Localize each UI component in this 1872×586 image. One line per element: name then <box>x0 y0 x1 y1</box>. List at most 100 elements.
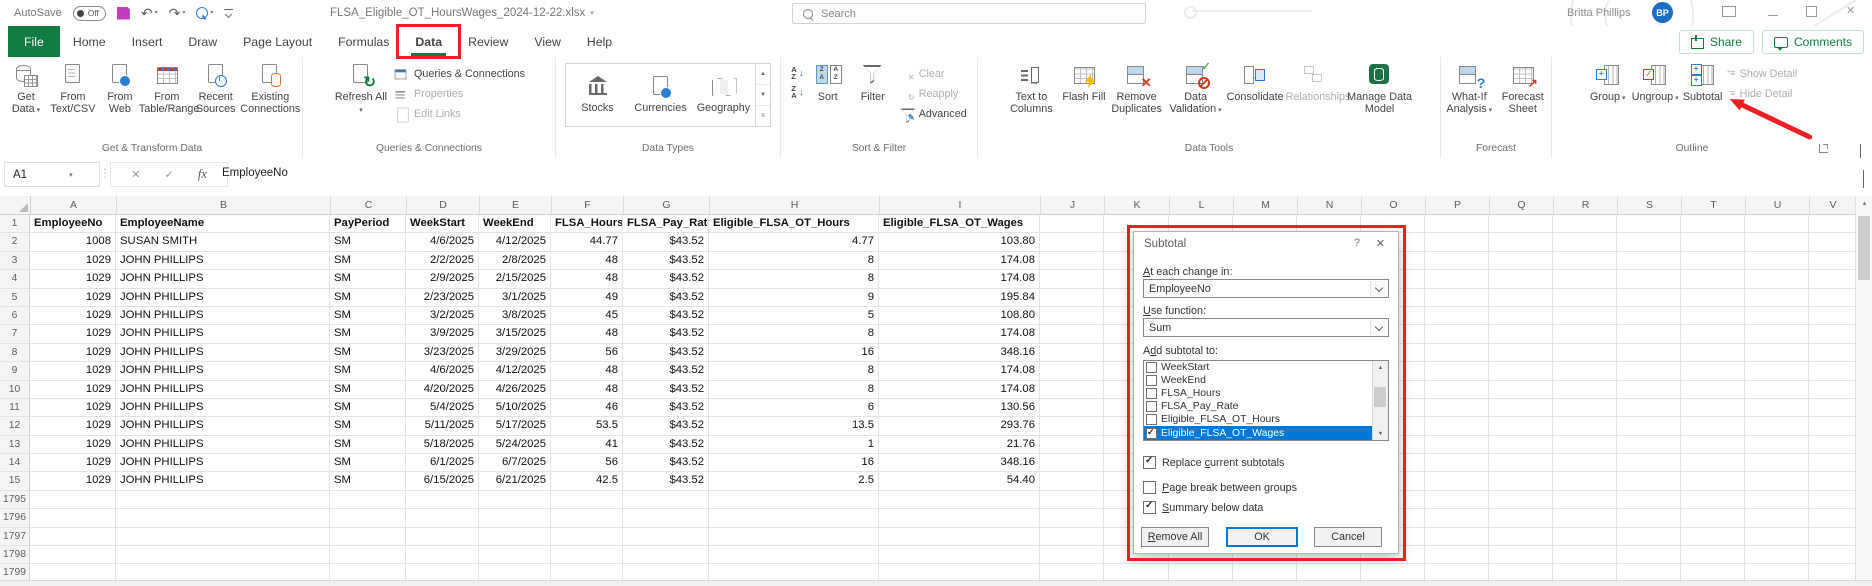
cell-T7[interactable] <box>1681 325 1745 344</box>
add-subtotal-listbox[interactable]: ▲ ▼ WeekStart WeekEnd FLSA_Hours FLSA_Pay_R… <box>1143 360 1389 441</box>
cell-R2[interactable] <box>1553 233 1617 252</box>
subtotal-list-item-Eligible_FLSA_OT_Hours[interactable]: Eligible_FLSA_OT_Hours <box>1144 413 1375 426</box>
cell-Q11[interactable] <box>1489 398 1553 418</box>
cell-R10[interactable] <box>1553 380 1617 399</box>
cell-T6[interactable] <box>1681 306 1745 326</box>
cell-C13[interactable]: SM <box>330 435 406 455</box>
cell-V14[interactable] <box>1809 454 1855 473</box>
cell-P4[interactable] <box>1425 270 1489 289</box>
cell-G14[interactable]: $43.52 <box>623 454 709 473</box>
cell-P7[interactable] <box>1425 325 1489 344</box>
cancel-button[interactable]: Cancel <box>1314 527 1382 547</box>
cell-H12[interactable]: 13.5 <box>709 417 879 436</box>
cell-B8[interactable]: JOHN PHILLIPS <box>116 343 330 363</box>
cell-R1798[interactable] <box>1553 546 1617 565</box>
ribbon-button-geography[interactable]: Geography <box>692 64 755 126</box>
cell-J1797[interactable] <box>1040 527 1104 547</box>
cell-C9[interactable]: SM <box>330 362 406 381</box>
cell-S7[interactable] <box>1617 325 1681 344</box>
cell-J13[interactable] <box>1040 435 1104 455</box>
cell-H1798[interactable] <box>709 546 879 565</box>
collapse-ribbon-button[interactable] <box>1860 144 1868 162</box>
cell-F5[interactable]: 49 <box>551 288 623 307</box>
dialog-help-button[interactable]: ? <box>1354 237 1360 249</box>
row-header-3[interactable]: 3 <box>0 251 30 271</box>
cell-U14[interactable] <box>1745 454 1809 473</box>
checkbox-icon[interactable] <box>1146 401 1157 413</box>
ribbon-button-remove-duplicates[interactable]: ✕ Remove Duplicates <box>1109 57 1165 115</box>
cell-Q3[interactable] <box>1489 251 1553 271</box>
tab-data[interactable]: Data <box>402 26 455 57</box>
cell-F4[interactable]: 48 <box>551 270 623 289</box>
cell-H2[interactable]: 4.77 <box>709 233 879 252</box>
close-button[interactable]: ✕ <box>1846 6 1855 17</box>
cell-B1[interactable]: EmployeeName <box>116 215 330 234</box>
cell-E5[interactable]: 3/1/2025 <box>479 288 551 307</box>
cell-E8[interactable]: 3/29/2025 <box>479 343 551 363</box>
scrollbar-thumb[interactable] <box>1374 387 1386 407</box>
cell-Q10[interactable] <box>1489 380 1553 399</box>
replace-current-subtotals-checkbox[interactable]: Replace current subtotals <box>1143 455 1284 469</box>
cell-F14[interactable]: 56 <box>551 454 623 473</box>
cell-C4[interactable]: SM <box>330 270 406 289</box>
cell-C1[interactable]: PayPeriod <box>330 215 406 234</box>
cell-J5[interactable] <box>1040 288 1104 307</box>
ribbon-button-data-validation[interactable]: ✓ Data Validation <box>1168 57 1224 115</box>
cell-U1796[interactable] <box>1745 509 1809 528</box>
ribbon-button-get-data[interactable]: Get Data <box>5 57 47 115</box>
cell-R11[interactable] <box>1553 398 1617 418</box>
cell-R7[interactable] <box>1553 325 1617 344</box>
cell-T5[interactable] <box>1681 288 1745 307</box>
cell-V3[interactable] <box>1809 252 1855 271</box>
cell-D1[interactable]: WeekStart <box>406 215 479 234</box>
cell-V6[interactable] <box>1809 307 1855 326</box>
cell-B13[interactable]: JOHN PHILLIPS <box>116 435 330 455</box>
col-header-N[interactable]: N <box>1298 196 1362 214</box>
cell-D12[interactable]: 5/11/2025 <box>406 417 479 436</box>
cell-Q1797[interactable] <box>1489 527 1553 547</box>
cell-P10[interactable] <box>1425 380 1489 399</box>
cell-E1797[interactable] <box>479 527 551 547</box>
cell-S5[interactable] <box>1617 288 1681 307</box>
cell-G1798[interactable] <box>623 546 709 565</box>
cell-E13[interactable]: 5/24/2025 <box>479 435 551 455</box>
cell-R15[interactable] <box>1553 472 1617 491</box>
row-header-8[interactable]: 8 <box>0 343 30 363</box>
cell-I12[interactable]: 293.76 <box>879 417 1040 436</box>
cell-E4[interactable]: 2/15/2025 <box>479 270 551 289</box>
cell-R1797[interactable] <box>1553 527 1617 547</box>
cell-H5[interactable]: 9 <box>709 288 879 307</box>
cell-U3[interactable] <box>1745 251 1809 271</box>
cell-D9[interactable]: 4/6/2025 <box>406 362 479 381</box>
cell-J11[interactable] <box>1040 398 1104 418</box>
cell-J4[interactable] <box>1040 270 1104 289</box>
cell-I3[interactable]: 174.08 <box>879 251 1040 271</box>
row-header-1[interactable]: 1 <box>0 215 30 234</box>
subtotal-list-item-FLSA_Pay_Rate[interactable]: FLSA_Pay_Rate <box>1144 400 1375 413</box>
cell-T2[interactable] <box>1681 233 1745 252</box>
row-header-4[interactable]: 4 <box>0 270 30 289</box>
cell-T1798[interactable] <box>1681 546 1745 565</box>
name-box[interactable]: A1 ▾ <box>4 162 100 187</box>
col-header-P[interactable]: P <box>1426 196 1490 214</box>
cell-G7[interactable]: $43.52 <box>623 325 709 344</box>
cell-A3[interactable]: 1029 <box>30 251 116 271</box>
cell-A6[interactable]: 1029 <box>30 306 116 326</box>
cell-P12[interactable] <box>1425 417 1489 436</box>
redo-button[interactable]: ↷ ▾ <box>169 6 186 20</box>
expand-formula-bar-button[interactable] <box>1863 170 1864 188</box>
row-header-2[interactable]: 2 <box>0 233 30 252</box>
col-header-T[interactable]: T <box>1682 196 1746 214</box>
scroll-up-icon[interactable]: ▲ <box>1373 361 1388 374</box>
cell-V9[interactable] <box>1809 362 1855 381</box>
row-header-10[interactable]: 10 <box>0 380 30 399</box>
cell-Q4[interactable] <box>1489 270 1553 289</box>
ribbon-button-from-text-csv[interactable]: From Text/CSV <box>50 57 96 115</box>
insert-function-icon[interactable]: fx <box>198 167 207 182</box>
cell-G1795[interactable] <box>623 490 709 510</box>
cell-T1796[interactable] <box>1681 509 1745 528</box>
cell-F13[interactable]: 41 <box>551 435 623 455</box>
cell-C12[interactable]: SM <box>330 417 406 436</box>
cell-C5[interactable]: SM <box>330 288 406 307</box>
cell-U15[interactable] <box>1745 472 1809 491</box>
